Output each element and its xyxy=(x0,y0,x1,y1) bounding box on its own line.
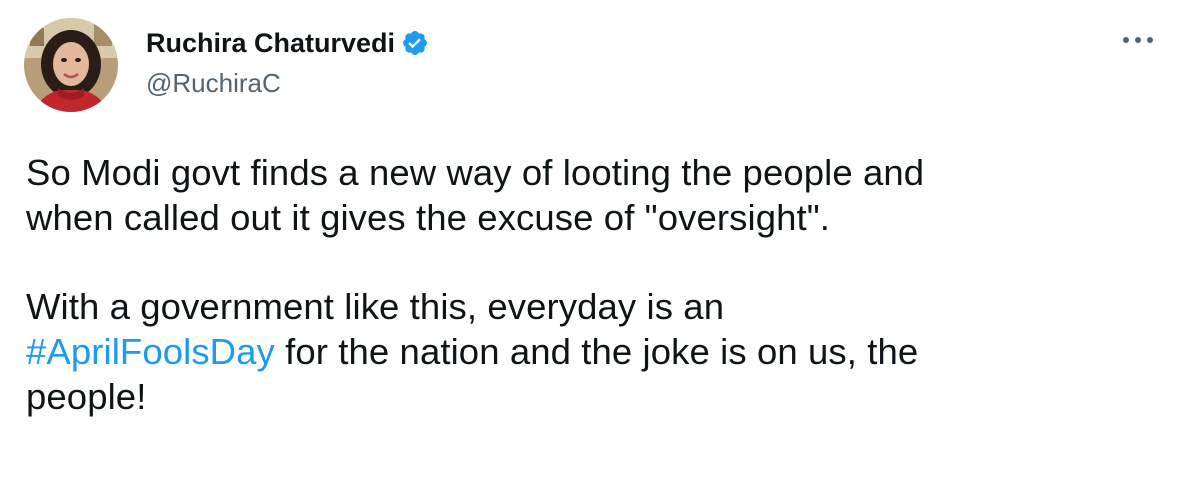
avatar-image xyxy=(24,18,118,112)
user-handle[interactable]: @RuchiraC xyxy=(146,68,429,99)
more-options-button[interactable] xyxy=(1118,28,1158,52)
display-name[interactable]: Ruchira Chaturvedi xyxy=(146,28,395,59)
verified-badge-icon xyxy=(401,29,429,57)
hashtag-link[interactable]: #AprilFoolsDay xyxy=(26,331,275,372)
tweet-line: With a government like this, everyday is… xyxy=(26,286,725,327)
tweet-line: when called out it gives the excuse of "… xyxy=(26,197,831,238)
tweet-header: Ruchira Chaturvedi @RuchiraC xyxy=(146,26,429,99)
paragraph-break xyxy=(26,240,1146,284)
tweet-line: So Modi govt finds a new way of looting … xyxy=(26,152,925,193)
more-horizontal-icon xyxy=(1123,37,1153,43)
tweet-line: #AprilFoolsDay for the nation and the jo… xyxy=(26,329,1146,374)
tweet-line: people! xyxy=(26,376,147,417)
tweet-card: Ruchira Chaturvedi @RuchiraC So Modi gov… xyxy=(0,0,1180,504)
tweet-line-rest: for the nation and the joke is on us, th… xyxy=(274,331,919,372)
tweet-text: So Modi govt finds a new way of looting … xyxy=(26,150,1146,419)
name-row: Ruchira Chaturvedi xyxy=(146,26,429,60)
avatar[interactable] xyxy=(24,18,118,112)
